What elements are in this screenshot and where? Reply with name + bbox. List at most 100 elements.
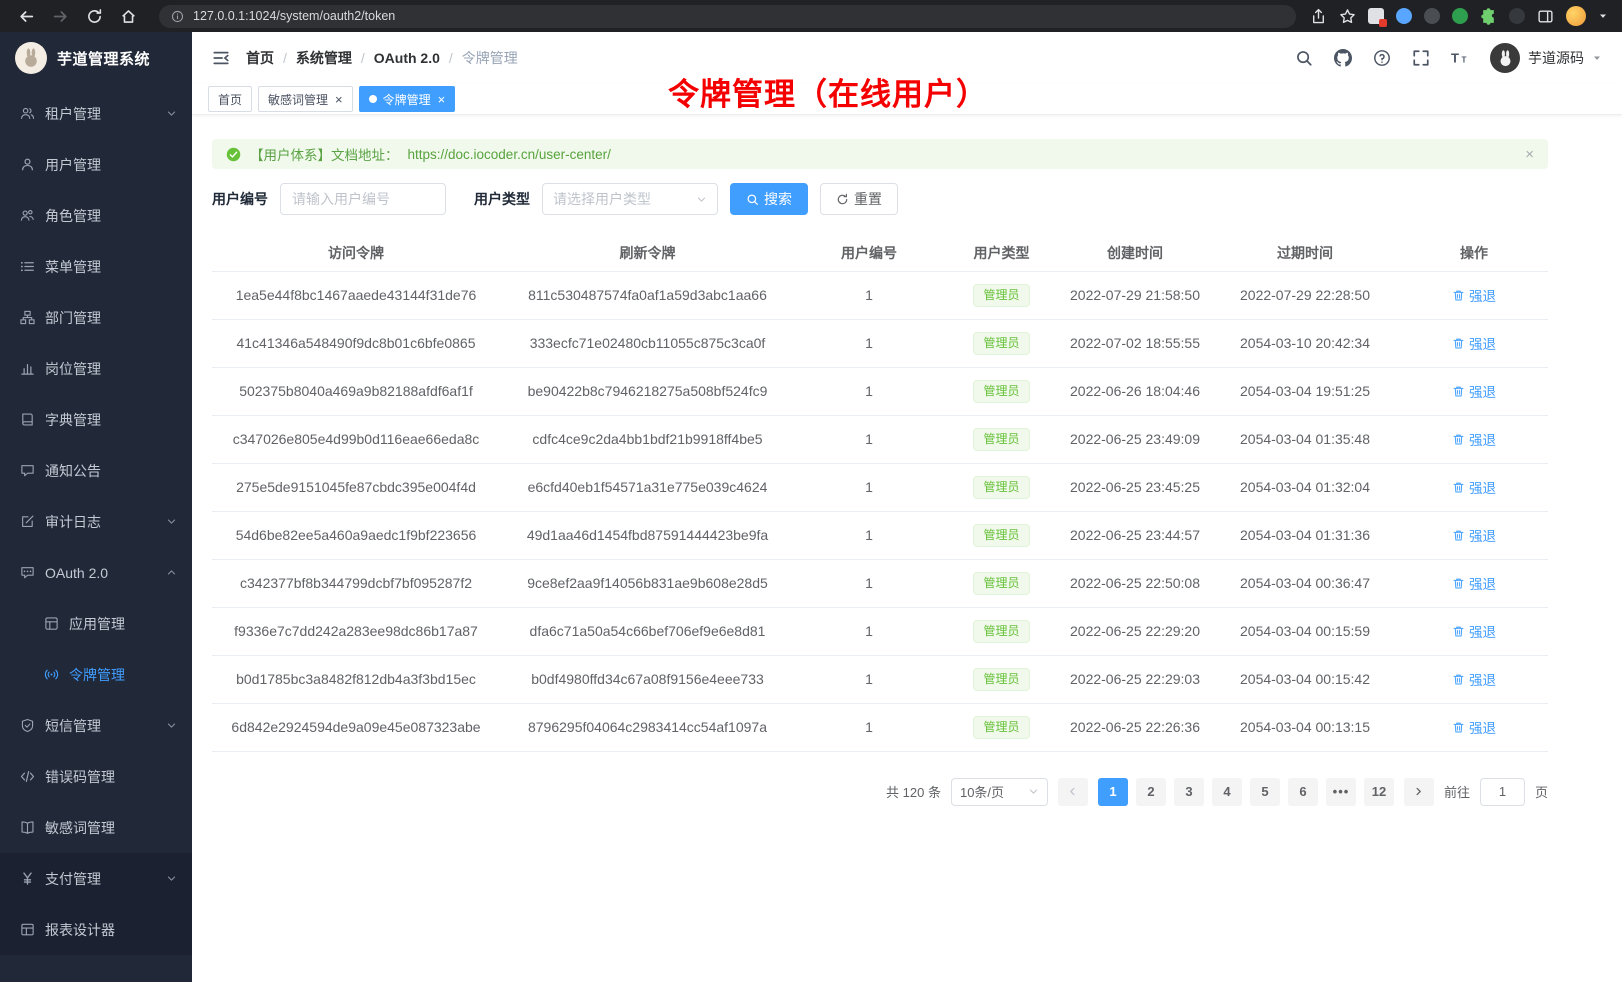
page-size-select[interactable]: 10条/页 bbox=[951, 778, 1048, 806]
breadcrumb-item[interactable]: OAuth 2.0 bbox=[374, 50, 440, 66]
page-button[interactable]: 4 bbox=[1212, 778, 1242, 806]
extension-icon[interactable] bbox=[1368, 8, 1384, 24]
table-cell: 1 bbox=[795, 655, 943, 703]
tab[interactable]: 令牌管理× bbox=[359, 86, 456, 112]
sidebar-subitem[interactable]: 令牌管理 bbox=[0, 649, 192, 700]
tab[interactable]: 首页 bbox=[208, 86, 252, 112]
profile-caret-icon[interactable] bbox=[1598, 11, 1608, 21]
next-page-button[interactable] bbox=[1404, 778, 1434, 806]
forward-icon[interactable] bbox=[52, 8, 69, 25]
sidebar-menu: 租户管理用户管理角色管理菜单管理部门管理岗位管理字典管理通知公告审计日志OAut… bbox=[0, 84, 192, 982]
goto-page-input[interactable] bbox=[1480, 778, 1525, 806]
force-logout-button[interactable]: 强退 bbox=[1452, 477, 1496, 497]
extension-icon[interactable] bbox=[1509, 8, 1525, 24]
extension-icon[interactable] bbox=[1452, 8, 1468, 24]
sidebar-item[interactable]: 菜单管理 bbox=[0, 241, 192, 292]
force-logout-button[interactable]: 强退 bbox=[1452, 717, 1496, 737]
trash-icon bbox=[1452, 481, 1465, 494]
user-menu[interactable]: 芋道源码 bbox=[1490, 43, 1602, 73]
table-cell: 2022-06-25 22:50:08 bbox=[1060, 559, 1210, 607]
breadcrumb-item: 令牌管理 bbox=[462, 48, 518, 68]
reload-icon[interactable] bbox=[86, 8, 103, 25]
sidebar-item[interactable]: 短信管理 bbox=[0, 700, 192, 751]
force-logout-button[interactable]: 强退 bbox=[1452, 525, 1496, 545]
force-logout-label: 强退 bbox=[1469, 525, 1496, 545]
extension-icon[interactable] bbox=[1396, 8, 1412, 24]
user-id-input[interactable] bbox=[280, 183, 446, 215]
browser-nav-buttons bbox=[10, 8, 145, 25]
rabbit-icon bbox=[20, 47, 42, 69]
help-icon[interactable] bbox=[1373, 49, 1391, 67]
search-button[interactable]: 搜索 bbox=[730, 183, 808, 215]
table-cell: 1 bbox=[795, 367, 943, 415]
extension-badge bbox=[1379, 19, 1387, 27]
force-logout-button[interactable]: 强退 bbox=[1452, 381, 1496, 401]
bookmark-star-icon[interactable] bbox=[1339, 8, 1356, 25]
table-cell: 2022-06-25 22:29:03 bbox=[1060, 655, 1210, 703]
sidebar-item[interactable]: OAuth 2.0 bbox=[0, 547, 192, 598]
browser-profile-avatar[interactable] bbox=[1566, 6, 1586, 26]
breadcrumb-item[interactable]: 首页 bbox=[246, 48, 274, 68]
reset-button[interactable]: 重置 bbox=[820, 183, 898, 215]
table-cell: 管理员 bbox=[943, 511, 1060, 559]
fullscreen-icon[interactable] bbox=[1412, 49, 1430, 67]
page-button[interactable]: 12 bbox=[1364, 778, 1394, 806]
tab-close-icon[interactable]: × bbox=[438, 93, 446, 106]
table-cell: 811c530487574fa0af1a59d3abc1aa66 bbox=[500, 271, 795, 319]
sidebar-item[interactable]: 敏感词管理 bbox=[0, 802, 192, 853]
force-logout-button[interactable]: 强退 bbox=[1452, 669, 1496, 689]
user-type-badge: 管理员 bbox=[973, 620, 1029, 643]
shield-icon bbox=[20, 718, 35, 733]
user-type-badge: 管理员 bbox=[973, 716, 1029, 739]
extensions-puzzle-icon[interactable] bbox=[1480, 8, 1497, 25]
table-cell: 强退 bbox=[1400, 463, 1548, 511]
address-bar[interactable]: 127.0.0.1:1024/system/oauth2/token bbox=[159, 5, 1296, 28]
sidebar-item[interactable]: 通知公告 bbox=[0, 445, 192, 496]
share-icon[interactable] bbox=[1310, 8, 1327, 25]
sidebar-item[interactable]: 租户管理 bbox=[0, 88, 192, 139]
app-logo[interactable]: 芋道管理系统 bbox=[0, 32, 192, 84]
doc-link[interactable]: https://doc.iocoder.cn/user-center/ bbox=[408, 147, 611, 162]
sidebar-item[interactable]: 支付管理 bbox=[0, 853, 192, 904]
force-logout-label: 强退 bbox=[1469, 669, 1496, 689]
sidebar-item[interactable]: 岗位管理 bbox=[0, 343, 192, 394]
force-logout-button[interactable]: 强退 bbox=[1452, 285, 1496, 305]
user-type-select[interactable]: 请选择用户类型 bbox=[542, 183, 718, 215]
extension-icon[interactable] bbox=[1424, 8, 1440, 24]
force-logout-button[interactable]: 强退 bbox=[1452, 333, 1496, 353]
sidebar-item[interactable]: 字典管理 bbox=[0, 394, 192, 445]
sidebar-item[interactable]: 用户管理 bbox=[0, 139, 192, 190]
force-logout-button[interactable]: 强退 bbox=[1452, 429, 1496, 449]
table-cell: c342377bf8b344799dcbf7bf095287f2 bbox=[212, 559, 500, 607]
github-icon[interactable] bbox=[1334, 49, 1352, 67]
font-size-icon[interactable]: TT bbox=[1451, 49, 1469, 67]
page-button[interactable]: 6 bbox=[1288, 778, 1318, 806]
user-type-badge: 管理员 bbox=[973, 476, 1029, 499]
sidebar-subitem[interactable]: 应用管理 bbox=[0, 598, 192, 649]
side-panel-icon[interactable] bbox=[1537, 8, 1554, 25]
pagination-ellipsis[interactable]: ••• bbox=[1326, 778, 1356, 806]
logo-rabbit-avatar bbox=[15, 42, 47, 74]
tab-close-icon[interactable]: × bbox=[335, 93, 343, 106]
force-logout-button[interactable]: 强退 bbox=[1452, 621, 1496, 641]
alert-close-icon[interactable]: × bbox=[1525, 146, 1534, 163]
page-button[interactable]: 2 bbox=[1136, 778, 1166, 806]
menu-fold-icon[interactable] bbox=[212, 49, 230, 67]
breadcrumb-item[interactable]: 系统管理 bbox=[296, 48, 352, 68]
sidebar-item[interactable]: 错误码管理 bbox=[0, 751, 192, 802]
page-button[interactable]: 3 bbox=[1174, 778, 1204, 806]
force-logout-button[interactable]: 强退 bbox=[1452, 573, 1496, 593]
sidebar-item[interactable]: 审计日志 bbox=[0, 496, 192, 547]
sidebar-item[interactable]: 角色管理 bbox=[0, 190, 192, 241]
page-button[interactable]: 5 bbox=[1250, 778, 1280, 806]
table-cell: 2054-03-04 01:35:48 bbox=[1210, 415, 1400, 463]
home-icon[interactable] bbox=[120, 8, 137, 25]
tab[interactable]: 敏感词管理× bbox=[258, 86, 353, 112]
info-icon[interactable] bbox=[171, 10, 184, 23]
sidebar-item[interactable]: 报表设计器 bbox=[0, 904, 192, 955]
sidebar-item[interactable]: 部门管理 bbox=[0, 292, 192, 343]
page-button[interactable]: 1 bbox=[1098, 778, 1128, 806]
prev-page-button[interactable] bbox=[1058, 778, 1088, 806]
search-icon[interactable] bbox=[1295, 49, 1313, 67]
back-icon[interactable] bbox=[18, 8, 35, 25]
